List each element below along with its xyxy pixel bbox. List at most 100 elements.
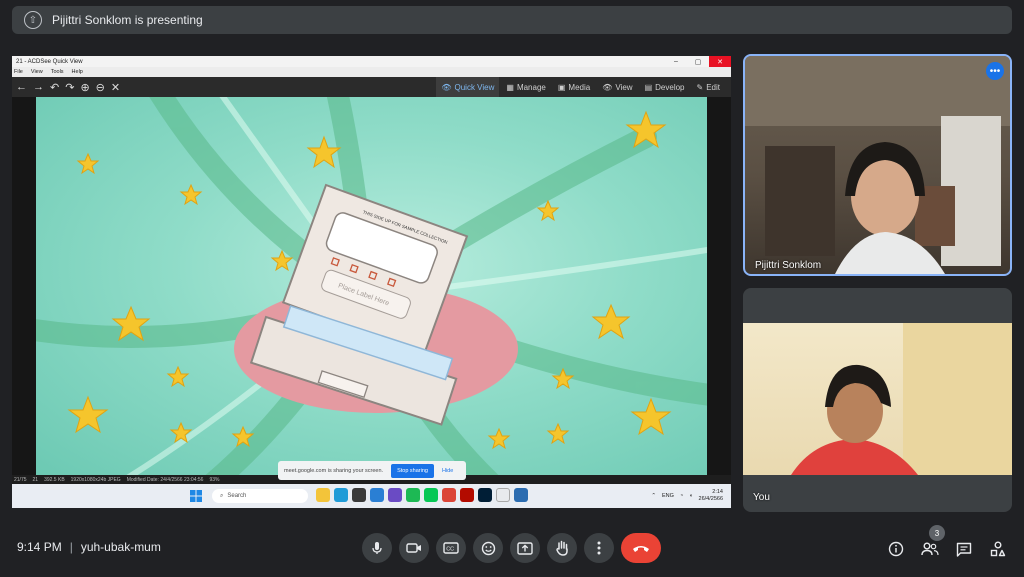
- minimize-icon: –: [674, 58, 678, 65]
- file-explorer-icon: [316, 488, 330, 502]
- status-zoom: 93%: [209, 476, 220, 483]
- activities-button[interactable]: [988, 539, 1008, 559]
- emoji-button[interactable]: [473, 533, 503, 563]
- develop-icon: ▤: [644, 82, 653, 92]
- taskbar-search-label: Search: [227, 493, 247, 499]
- store-icon: [352, 488, 366, 502]
- maximize-icon: ▢: [694, 58, 702, 66]
- mode-quick-view: 👁 Quick View: [436, 77, 500, 97]
- chat-icon: [956, 542, 972, 557]
- camera-icon: [406, 543, 421, 553]
- mode-media: ▣ Media: [557, 82, 591, 92]
- windows-start-icon: [190, 490, 202, 502]
- taskbar-time: 2:14: [712, 489, 723, 495]
- viewer-right-margin: [707, 97, 731, 475]
- meeting-code: yuh-ubak-mum: [80, 540, 161, 554]
- chrome-icon: [496, 488, 510, 502]
- acdsee-icon: [514, 488, 528, 502]
- stop-sharing-button: Stop sharing: [391, 463, 434, 478]
- taskbar-date: 26/4/2566: [698, 496, 723, 502]
- presenting-banner: ⇧ Pijittri Sonklom is presenting: [12, 6, 1012, 34]
- eye-icon: 👁: [441, 82, 452, 92]
- zoom-out-icon: ⊖: [95, 81, 105, 94]
- artwork-illustration: THIS SIDE UP FOR SAMPLE COLLECTION Place…: [36, 97, 707, 475]
- taskbar-clock: 2:14 26/4/2566: [699, 489, 723, 503]
- svg-text:CC: CC: [446, 547, 454, 553]
- people-icon: [921, 542, 939, 556]
- menu-view: View: [30, 69, 43, 75]
- self-video: [743, 323, 1012, 475]
- self-tile[interactable]: You: [743, 288, 1012, 512]
- present-button[interactable]: [510, 533, 540, 563]
- present-icon: ⇧: [24, 11, 42, 29]
- presenting-text: Pijittri Sonklom is presenting: [52, 13, 203, 27]
- chrome-icon: [442, 488, 456, 502]
- hide-link: Hide: [441, 467, 454, 474]
- info-icon: [888, 541, 904, 557]
- meeting-details-button[interactable]: [886, 539, 906, 559]
- windows-taskbar: ⌕ Search ⌃ ENG ◔ ◖ 2:14 26/4/2566: [12, 484, 731, 508]
- chat-button[interactable]: [954, 539, 974, 559]
- close-icon: ✕: [709, 56, 731, 67]
- edge-icon: [334, 488, 348, 502]
- chevron-up-icon: ⌃: [651, 493, 656, 499]
- app-icon: [370, 488, 384, 502]
- acrobat-icon: [460, 488, 474, 502]
- rotate-left-icon: ↶: [50, 81, 60, 94]
- status-dimensions: 1920x1080x24b JPEG: [70, 476, 121, 483]
- more-options-button[interactable]: •••: [986, 62, 1004, 80]
- shared-screen: 21 - ACDSee Quick View – ▢ ✕ File View T…: [12, 56, 731, 508]
- people-button[interactable]: [920, 539, 940, 559]
- leave-call-button[interactable]: [621, 533, 661, 563]
- more-options-button[interactable]: [584, 533, 614, 563]
- camera-button[interactable]: [399, 533, 429, 563]
- people-count-badge: 3: [929, 525, 945, 541]
- hand-icon: [556, 540, 568, 556]
- present-screen-icon: [517, 541, 533, 555]
- acdsee-menubar: File View Tools Help: [12, 67, 731, 77]
- participant-video: [745, 56, 1010, 274]
- close-x-icon: ✕: [110, 81, 121, 94]
- zoom-in-icon: ⊕: [80, 81, 90, 94]
- acdsee-window-title: 21 - ACDSee Quick View: [16, 58, 83, 65]
- acdsee-titlebar: 21 - ACDSee Quick View – ▢ ✕: [12, 56, 731, 67]
- grid-icon: ▦: [506, 82, 514, 92]
- mic-icon: [372, 542, 382, 554]
- acdsee-toolbar: ← → ↶ ↷ ⊕ ⊖ ✕ 👁 Quick View ▦ Manage ▣ Media…: [12, 77, 731, 97]
- more-vert-icon: [597, 541, 601, 555]
- viewer-left-margin: [12, 97, 36, 475]
- meeting-time: 9:14 PM: [17, 540, 62, 554]
- eye-icon: 👁: [602, 82, 613, 92]
- lang-indicator: ENG: [661, 493, 674, 499]
- self-video-frame: [791, 323, 1012, 475]
- taskbar-search: ⌕ Search: [212, 489, 308, 503]
- displayed-image: THIS SIDE UP FOR SAMPLE COLLECTION Place…: [36, 97, 707, 475]
- media-icon: ▣: [557, 82, 566, 92]
- mode-edit: ✎ Edit: [696, 82, 721, 92]
- raise-hand-button[interactable]: [547, 533, 577, 563]
- status-filesize: 392.5 KB: [44, 476, 65, 483]
- menu-help: Help: [71, 69, 83, 75]
- mic-button[interactable]: [362, 533, 392, 563]
- captions-button[interactable]: CC: [436, 533, 466, 563]
- captions-icon: CC: [443, 542, 459, 554]
- self-name: You: [753, 492, 770, 503]
- participant-name: Pijittri Sonklom: [755, 260, 822, 271]
- menu-tools: Tools: [50, 69, 64, 75]
- mode-view: 👁 View: [602, 82, 633, 92]
- rotate-right-icon: ↷: [65, 81, 75, 94]
- status-index: 21/75: [14, 476, 27, 483]
- wifi-icon: ◔: [679, 493, 684, 499]
- share-notice-text: meet.google.com is sharing your screen.: [284, 467, 384, 474]
- status-modified: Modified Date: 24/4/2566 23:04:56: [126, 476, 204, 483]
- app-icon: [388, 488, 402, 502]
- activities-icon: [990, 541, 1006, 557]
- volume-icon: ◖: [689, 493, 693, 499]
- screen-share-notice: meet.google.com is sharing your screen. …: [278, 461, 466, 480]
- line-icon: [424, 488, 438, 502]
- photoshop-icon: [478, 488, 492, 502]
- participant-tile[interactable]: ••• Pijittri Sonklom: [743, 54, 1012, 276]
- menu-file: File: [14, 69, 23, 75]
- end-call-icon: [633, 545, 649, 552]
- meeting-info: 9:14 PM | yuh-ubak-mum: [17, 540, 161, 554]
